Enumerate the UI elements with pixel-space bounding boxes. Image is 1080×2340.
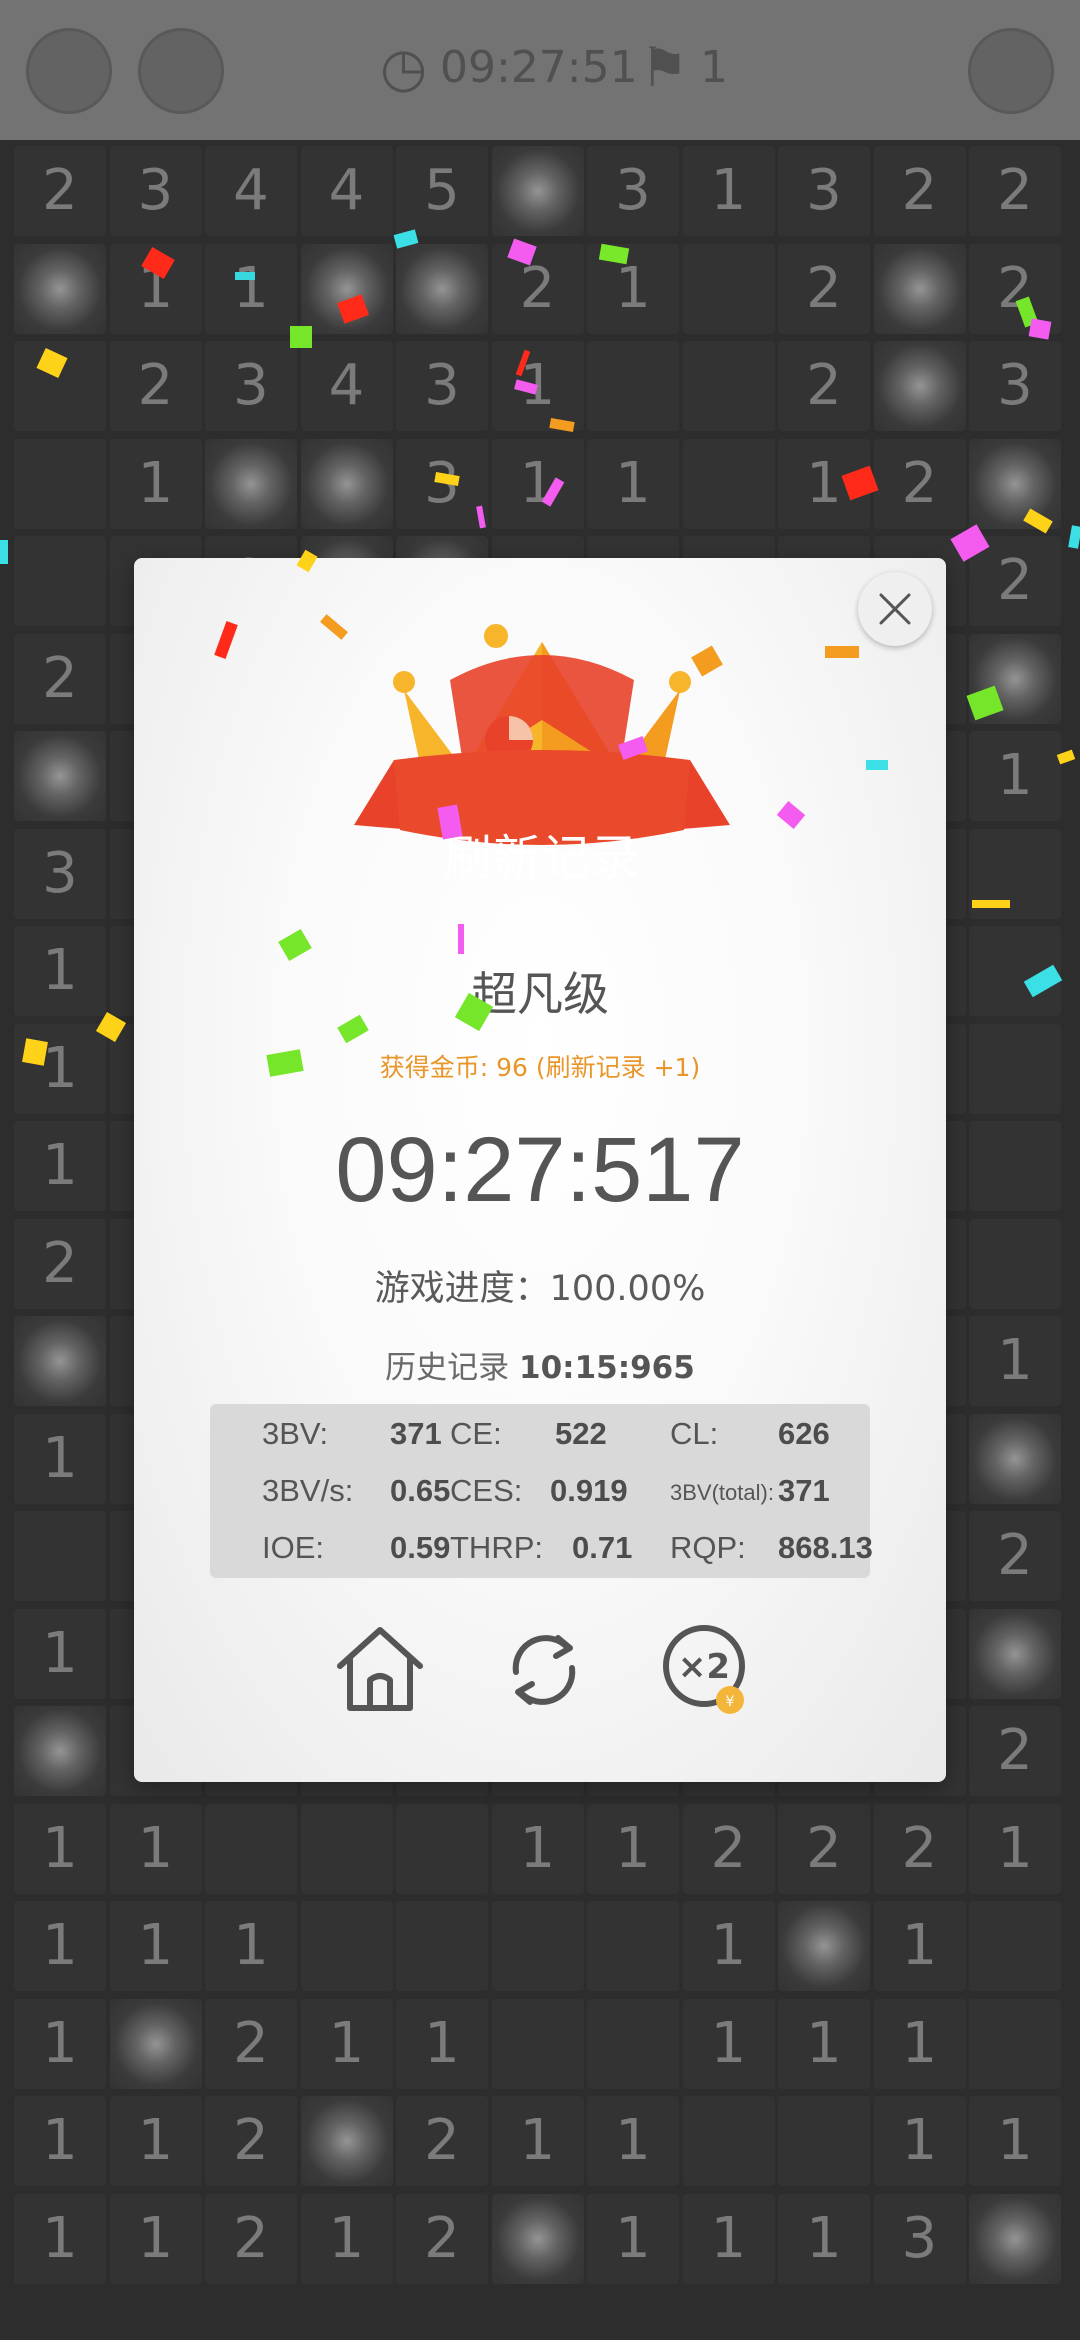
stat-label: CL: [670, 1416, 719, 1451]
confetti-piece [1028, 318, 1052, 340]
stat-label: CE: [450, 1416, 502, 1451]
history-record: 历史记录 10:15:965 [134, 1342, 946, 1387]
confetti-piece [22, 1038, 48, 1066]
stat-label: THRP: [450, 1530, 543, 1565]
stat-label: 3BV(total): [670, 1480, 774, 1505]
svg-text:¥: ¥ [726, 1694, 735, 1710]
history-value: 10:15:965 [519, 1350, 695, 1386]
stat-value: 0.65 [390, 1473, 451, 1508]
stat-value: 0.71 [572, 1530, 633, 1565]
stat-label: RQP: [670, 1530, 746, 1565]
confetti-piece [866, 760, 888, 770]
close-button[interactable] [858, 572, 932, 646]
restart-button[interactable] [496, 1622, 592, 1718]
record-dialog: 刷新记录 超凡级 获得金币: 96 (刷新记录 +1) 09:27:517 游戏… [134, 558, 946, 1782]
stat-value: 626 [778, 1416, 830, 1451]
stat-value: 0.919 [550, 1473, 628, 1508]
home-icon [337, 1627, 423, 1711]
game-progress: 游戏进度：100.00% [374, 1269, 706, 1309]
confetti-piece [290, 326, 312, 348]
close-icon [879, 593, 911, 625]
stat-value: 0.59 [390, 1530, 451, 1565]
new-record-banner: 刷新记录 [443, 830, 640, 886]
confetti-piece [972, 900, 1010, 908]
confetti-piece [825, 646, 859, 658]
stat-value: 522 [555, 1416, 607, 1451]
completion-time: 09:27:517 [335, 1119, 745, 1221]
stat-value: 371 [390, 1416, 442, 1451]
double-label: ×2 [678, 1647, 730, 1687]
confetti-piece [458, 924, 464, 954]
stat-label: CES: [450, 1473, 523, 1508]
stats-panel: 3BV: 371 CE: 522 CL: 626 3BV/s: 0.65 CES… [210, 1404, 873, 1578]
stat-label: 3BV/s: [262, 1473, 354, 1508]
refresh-icon [512, 1635, 576, 1705]
coins-earned: 获得金币: 96 (刷新记录 +1) [379, 1053, 701, 1082]
stat-value: 371 [778, 1473, 830, 1508]
confetti-piece [235, 272, 255, 280]
double-coins-button[interactable]: ×2 ¥ [658, 1622, 754, 1718]
history-label: 历史记录 [385, 1350, 510, 1386]
home-button[interactable] [332, 1622, 428, 1718]
stat-value: 868.13 [778, 1530, 873, 1565]
confetti-piece [0, 540, 8, 564]
double-coins-icon: ×2 ¥ [663, 1625, 745, 1714]
difficulty-level: 超凡级 [471, 967, 609, 1021]
stat-label: 3BV: [262, 1416, 329, 1451]
stat-label: IOE: [262, 1530, 325, 1565]
